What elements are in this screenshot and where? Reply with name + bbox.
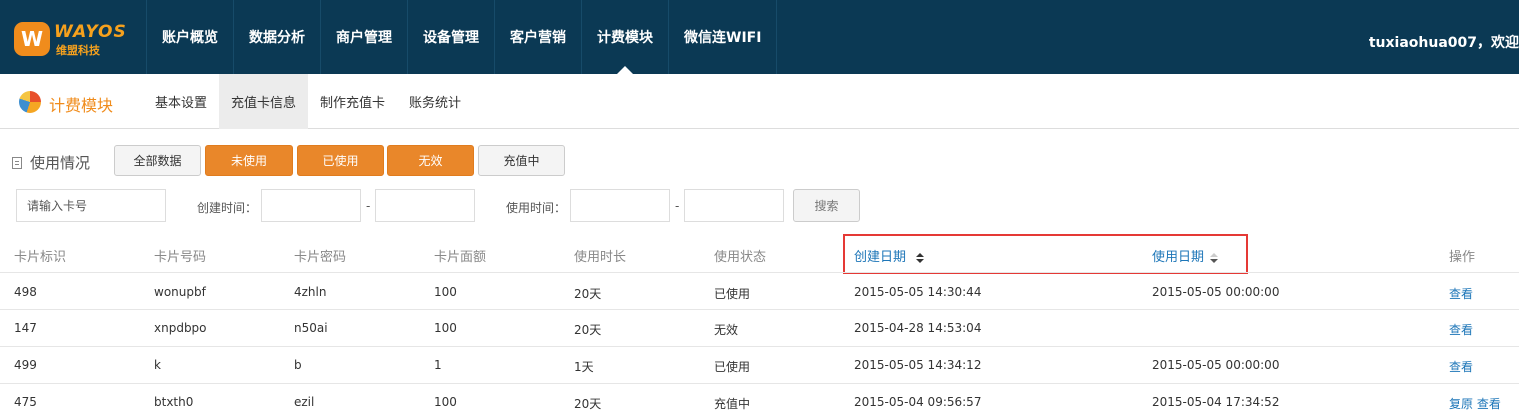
filter-recharging-button[interactable]: 充值中: [478, 145, 565, 176]
table-cell: k: [154, 358, 161, 372]
table-cell: 498: [14, 285, 37, 299]
used-end-input[interactable]: [684, 189, 784, 222]
table-cell: xnpdbpo: [154, 321, 207, 335]
table-cell: 1: [434, 358, 442, 372]
table-cell: 2015-05-05 14:30:44: [854, 285, 982, 299]
table-cell: 20天: [574, 397, 602, 411]
col-card-number: 卡片号码: [154, 250, 207, 265]
document-icon: [12, 156, 22, 169]
table-cell: 100: [434, 285, 457, 299]
table-cell: 4zhln: [294, 285, 327, 299]
table-cell: 2015-05-05 00:00:00: [1152, 358, 1280, 372]
created-end-input[interactable]: [375, 189, 475, 222]
nav-device-management[interactable]: 设备管理: [407, 0, 494, 74]
highlight-box: [843, 234, 1248, 274]
range-dash: -: [675, 199, 680, 213]
view-link[interactable]: 查看: [1449, 285, 1473, 302]
tab-make-card[interactable]: 制作充值卡: [308, 74, 397, 129]
filter-all-button[interactable]: 全部数据: [114, 145, 201, 176]
col-actions: 操作: [1449, 250, 1476, 265]
table-cell: 147: [14, 321, 37, 335]
brand-logo[interactable]: W WAYOS 维盟科技: [14, 20, 134, 60]
nav-customer-marketing[interactable]: 客户营销: [494, 0, 581, 74]
range-dash: -: [366, 199, 371, 213]
usage-label: 使用情况: [12, 152, 90, 173]
tab-account-stats[interactable]: 账务统计: [397, 74, 473, 129]
col-card-id: 卡片标识: [14, 250, 67, 265]
created-time-label: 创建时间：: [197, 201, 258, 215]
col-card-password: 卡片密码: [294, 250, 347, 265]
top-navbar: W WAYOS 维盟科技 账户概览 数据分析 商户管理 设备管理 客户营销 计费…: [0, 0, 1519, 74]
table-cell: 2015-04-28 14:53:04: [854, 321, 982, 335]
used-time-label: 使用时间：: [506, 201, 567, 215]
row-divider: [0, 383, 1519, 384]
tab-card-info[interactable]: 充值卡信息: [219, 74, 309, 129]
filter-unused-button[interactable]: 未使用: [205, 145, 293, 176]
tab-basic-settings[interactable]: 基本设置: [143, 74, 219, 129]
view-link[interactable]: 查看: [1449, 321, 1473, 338]
logo-text: WAYOS: [54, 22, 127, 42]
used-start-input[interactable]: [570, 189, 670, 222]
module-tabs: 基本设置 充值卡信息 制作充值卡 账务统计: [143, 74, 473, 129]
view-link[interactable]: 查看: [1449, 358, 1473, 375]
table-cell: b: [294, 358, 302, 372]
nav-wechat-wifi[interactable]: 微信连WIFI: [668, 0, 778, 74]
col-card-amount: 卡片面额: [434, 250, 487, 265]
nav-data-analysis[interactable]: 数据分析: [233, 0, 320, 74]
table-cell: 20天: [574, 323, 602, 337]
col-duration: 使用时长: [574, 250, 627, 265]
table-cell: wonupbf: [154, 285, 206, 299]
col-status: 使用状态: [714, 250, 767, 265]
logo-badge: W: [14, 22, 50, 56]
restore-view-links[interactable]: 复原 查看: [1449, 395, 1501, 412]
table-cell: 1天: [574, 360, 594, 374]
main-nav: 账户概览 数据分析 商户管理 设备管理 客户营销 计费模块 微信连WIFI: [146, 0, 778, 74]
table-cell: 充值中: [714, 397, 751, 411]
logo-subtext: 维盟科技: [56, 44, 100, 57]
table-cell: 2015-05-05 14:34:12: [854, 358, 982, 372]
table-cell: 20天: [574, 287, 602, 301]
search-button[interactable]: 搜索: [793, 189, 860, 222]
table-cell: 已使用: [714, 287, 751, 301]
filter-invalid-button[interactable]: 无效: [387, 145, 474, 176]
nav-account-overview[interactable]: 账户概览: [146, 0, 233, 74]
nav-merchant-management[interactable]: 商户管理: [320, 0, 407, 74]
table-cell: 已使用: [714, 360, 751, 374]
card-number-input[interactable]: 请输入卡号: [16, 189, 166, 222]
row-divider: [0, 272, 1519, 273]
row-divider: [0, 346, 1519, 347]
row-divider: [0, 309, 1519, 310]
created-start-input[interactable]: [261, 189, 361, 222]
table-cell: 2015-05-05 00:00:00: [1152, 285, 1280, 299]
module-title: 计费模块: [49, 96, 114, 115]
nav-billing-module[interactable]: 计费模块: [581, 0, 668, 74]
table-cell: 100: [434, 321, 457, 335]
user-greeting[interactable]: tuxiaohua007，欢迎: [1369, 32, 1519, 52]
table-cell: n50ai: [294, 321, 328, 335]
pie-chart-icon: [19, 91, 41, 113]
table-cell: 无效: [714, 323, 739, 337]
table-cell: 499: [14, 358, 37, 372]
module-subbar: 计费模块 基本设置 充值卡信息 制作充值卡 账务统计: [0, 74, 1519, 129]
filter-used-button[interactable]: 已使用: [297, 145, 384, 176]
